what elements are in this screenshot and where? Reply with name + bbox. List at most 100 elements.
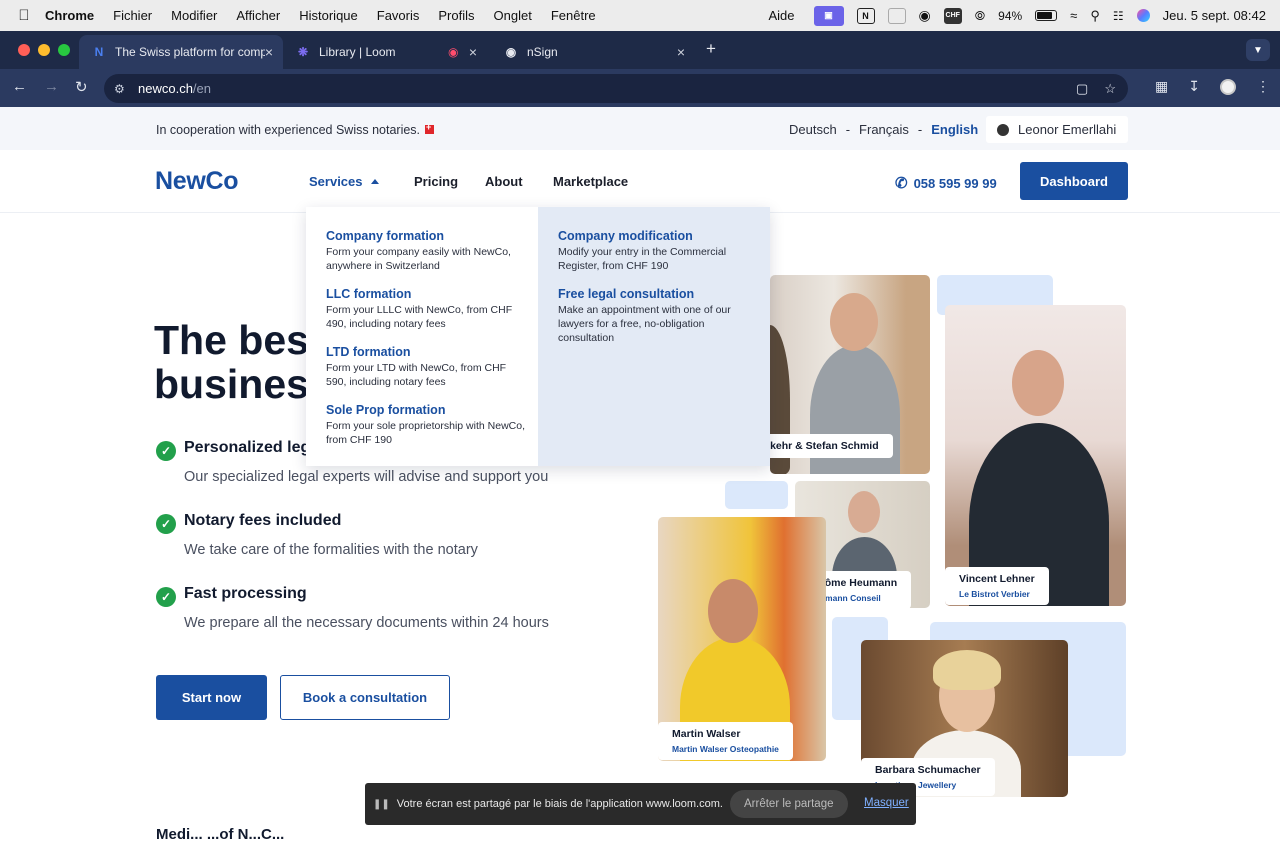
- dashboard-button[interactable]: Dashboard: [1020, 162, 1128, 200]
- apple-icon[interactable]: : [17, 7, 31, 24]
- feature-desc: We prepare all the necessary documents w…: [184, 615, 549, 631]
- feature-desc: We take care of the formalities with the…: [184, 542, 478, 558]
- start-now-button[interactable]: Start now: [156, 675, 267, 720]
- menu-item-ltd-formation[interactable]: LTD formation Form your LTD with NewCo, …: [326, 345, 526, 389]
- menu-modifier[interactable]: Modifier: [171, 8, 217, 23]
- new-tab-icon[interactable]: +: [706, 39, 716, 59]
- siri-icon[interactable]: [1136, 9, 1150, 22]
- menubar-date[interactable]: Jeu. 5 sept. 08:42: [1163, 8, 1266, 23]
- menu-item-company-modification[interactable]: Company modification Modify your entry i…: [558, 229, 758, 273]
- dropdown-column-services: Company modification Modify your entry i…: [538, 207, 770, 466]
- close-tab-icon[interactable]: ×: [469, 44, 477, 60]
- user-account-button[interactable]: Leonor Emerllahi: [986, 116, 1128, 143]
- menu-item-free-legal-consultation[interactable]: Free legal consultation Make an appointm…: [558, 287, 758, 345]
- nav-about[interactable]: About: [485, 174, 523, 189]
- menu-favoris[interactable]: Favoris: [377, 8, 420, 23]
- feature-desc: Our specialized legal experts will advis…: [184, 469, 549, 485]
- tab-search-icon[interactable]: ▼: [1246, 39, 1270, 61]
- url-text[interactable]: newco.ch/en: [138, 81, 211, 96]
- menu-profils[interactable]: Profils: [438, 8, 474, 23]
- caret-up-icon: [370, 179, 379, 184]
- forward-icon[interactable]: →: [44, 78, 59, 95]
- notion-icon[interactable]: N: [856, 7, 875, 24]
- download-icon[interactable]: ↧: [1188, 78, 1200, 95]
- user-name: Leonor Emerllahi: [1018, 122, 1117, 137]
- reload-icon[interactable]: ↻: [75, 78, 88, 96]
- menu-item-llc-formation[interactable]: LLC formation Form your LLLC with NewCo,…: [326, 287, 526, 331]
- nav-services[interactable]: Services: [309, 174, 379, 189]
- sharing-message: Votre écran est partagé par le biais de …: [396, 798, 723, 810]
- menu-onglet[interactable]: Onglet: [494, 8, 532, 23]
- screen-share-icon[interactable]: ▣: [813, 5, 844, 26]
- lang-deutsch[interactable]: Deutsch: [789, 122, 837, 137]
- menu-historique[interactable]: Historique: [299, 8, 358, 23]
- wifi-icon[interactable]: ≈: [1070, 8, 1077, 23]
- check-icon: ✓: [156, 587, 176, 607]
- menu-aide[interactable]: Aide: [768, 8, 794, 23]
- bookmark-star-icon[interactable]: ☆: [1104, 81, 1116, 97]
- menu-fenetre[interactable]: Fenêtre: [551, 8, 596, 23]
- install-app-icon[interactable]: ▢: [1076, 81, 1088, 97]
- menu-fichier[interactable]: Fichier: [113, 8, 152, 23]
- battery-percent: 94%: [998, 8, 1023, 23]
- menu-item-sole-prop-formation[interactable]: Sole Prop formation Form your sole propr…: [326, 403, 526, 447]
- profile-avatar[interactable]: [1220, 78, 1236, 95]
- tab-title: The Swiss platform for compa: [115, 45, 265, 59]
- user-icon: [997, 123, 1009, 136]
- address-bar[interactable]: ⚙ newco.ch/en ▢ ☆: [104, 74, 1128, 103]
- chrome-menu-icon[interactable]: ⋮: [1256, 78, 1270, 95]
- book-consultation-button[interactable]: Book a consultation: [280, 675, 450, 720]
- nav-pricing[interactable]: Pricing: [414, 174, 458, 189]
- swiss-flag-icon: [425, 122, 435, 134]
- check-icon: ✓: [156, 441, 176, 461]
- airdrop-icon[interactable]: ⦾: [975, 8, 985, 24]
- newco-logo[interactable]: NewCo: [155, 167, 239, 196]
- zoom-window-button[interactable]: [58, 44, 70, 56]
- window-controls: [18, 44, 70, 56]
- lang-english[interactable]: English: [931, 122, 978, 137]
- tab-title: Library | Loom: [319, 45, 396, 59]
- chrome-tabstrip: N The Swiss platform for compa × ❋ Libra…: [0, 31, 1280, 69]
- tab-title: nSign: [527, 45, 558, 59]
- close-window-button[interactable]: [18, 44, 30, 56]
- menu-afficher[interactable]: Afficher: [236, 8, 280, 23]
- battery-icon[interactable]: [1035, 10, 1058, 21]
- creative-cloud-icon[interactable]: ◉: [919, 7, 931, 24]
- keyboard-icon[interactable]: [887, 7, 906, 24]
- lang-francais[interactable]: Français: [859, 122, 909, 137]
- tab-nsign[interactable]: ◉ nSign ×: [491, 35, 695, 69]
- newco-favicon-icon: N: [94, 45, 104, 59]
- caption-walser: Martin Walser Martin Walser Osteopathie: [658, 722, 793, 760]
- testimonial-photo-lehner: [945, 305, 1126, 606]
- control-center-icon[interactable]: ☷: [1113, 9, 1124, 23]
- recording-icon: ◉: [448, 45, 459, 59]
- menu-item-company-formation[interactable]: Company formation Form your company easi…: [326, 229, 526, 273]
- back-icon[interactable]: ←: [12, 78, 27, 95]
- site-info-icon[interactable]: ⚙: [114, 82, 130, 96]
- extensions-icon[interactable]: ▦: [1155, 78, 1168, 95]
- feature-title: Fast processing: [184, 585, 307, 602]
- phone-icon: ✆: [895, 175, 908, 192]
- drag-handle-icon[interactable]: ❚❚: [373, 799, 390, 810]
- feature-title: Personalized leg: [184, 439, 311, 456]
- tab-newco[interactable]: N The Swiss platform for compa ×: [79, 35, 283, 69]
- site-topbar: In cooperation with experienced Swiss no…: [0, 107, 1280, 150]
- close-tab-icon[interactable]: ×: [677, 44, 685, 60]
- hide-button[interactable]: Masquer: [864, 797, 909, 809]
- nav-marketplace[interactable]: Marketplace: [553, 174, 628, 189]
- menu-app[interactable]: Chrome: [45, 8, 94, 23]
- close-tab-icon[interactable]: ×: [265, 44, 273, 60]
- stop-sharing-button[interactable]: Arrêter le partage: [730, 790, 848, 818]
- minimize-window-button[interactable]: [38, 44, 50, 56]
- chf-icon[interactable]: CHF: [943, 7, 962, 24]
- spotlight-icon[interactable]: ⚲: [1090, 8, 1100, 24]
- globe-icon: ◉: [505, 45, 517, 59]
- chrome-toolbar: ← → ↻ ⚙ newco.ch/en ▢ ☆ ▦ ↧ ⋮: [0, 69, 1280, 107]
- caption-schmid: rkehr & Stefan Schmid: [758, 434, 893, 458]
- caption-lehner: Vincent Lehner Le Bistrot Verbier: [945, 567, 1049, 605]
- phone-link[interactable]: ✆ 058 595 99 99: [895, 174, 997, 192]
- hero-title: The bes busines: [154, 317, 309, 407]
- tab-loom[interactable]: ❋ Library | Loom ◉ ×: [283, 35, 487, 69]
- macos-menubar:  Chrome Fichier Modifier Afficher Histo…: [0, 0, 1280, 31]
- loom-favicon-icon: ❋: [297, 45, 309, 59]
